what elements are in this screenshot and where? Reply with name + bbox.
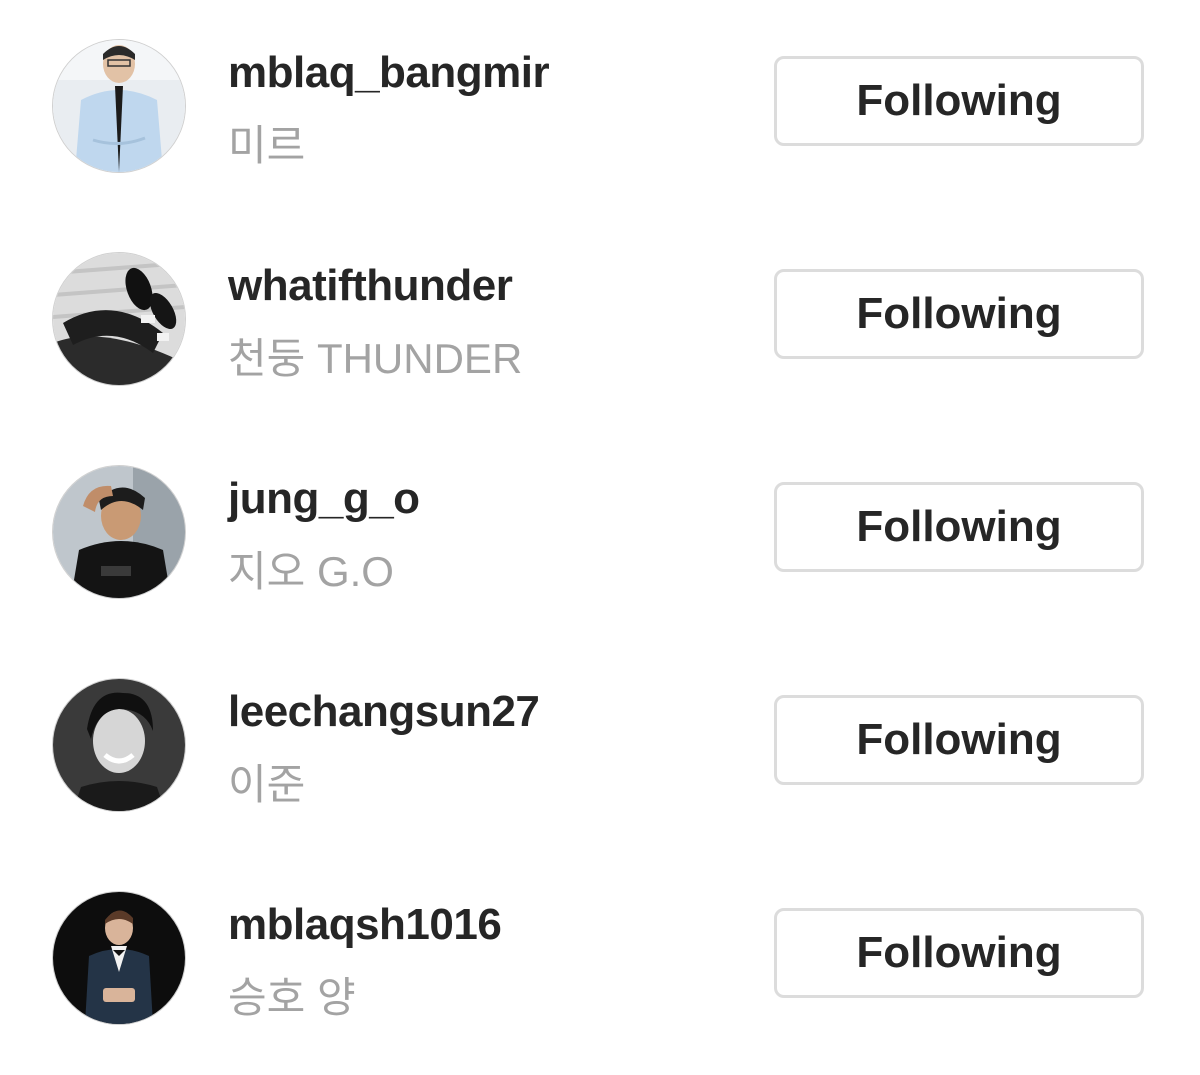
list-item[interactable]: leechangsun27 이준 Following: [0, 675, 1200, 815]
profile-photo: [53, 40, 185, 172]
avatar[interactable]: [53, 466, 185, 598]
list-item[interactable]: mblaqsh1016 승호 양 Following: [0, 888, 1200, 1028]
list-item[interactable]: whatifthunder 천둥 THUNDER Following: [0, 249, 1200, 389]
list-item[interactable]: jung_g_o 지오 G.O Following: [0, 462, 1200, 602]
username[interactable]: mblaq_bangmir: [228, 48, 550, 98]
following-list: mblaq_bangmir 미르 Following whatifthunder: [0, 0, 1200, 1075]
avatar[interactable]: [53, 679, 185, 811]
profile-photo: [53, 679, 185, 811]
profile-photo: [53, 466, 185, 598]
following-button[interactable]: Following: [774, 908, 1144, 998]
profile-photo: [53, 892, 185, 1024]
avatar[interactable]: [53, 253, 185, 385]
profile-photo: [53, 253, 185, 385]
username[interactable]: whatifthunder: [228, 261, 513, 311]
avatar[interactable]: [53, 40, 185, 172]
username[interactable]: leechangsun27: [228, 687, 540, 737]
following-button[interactable]: Following: [774, 269, 1144, 359]
full-name: 승호 양: [228, 974, 356, 1021]
following-button[interactable]: Following: [774, 482, 1144, 572]
full-name: 미르: [228, 122, 306, 169]
username[interactable]: jung_g_o: [228, 474, 420, 524]
full-name: 지오 G.O: [228, 548, 394, 595]
full-name: 이준: [228, 761, 306, 808]
username[interactable]: mblaqsh1016: [228, 900, 502, 950]
following-button[interactable]: Following: [774, 695, 1144, 785]
following-button[interactable]: Following: [774, 56, 1144, 146]
avatar[interactable]: [53, 892, 185, 1024]
list-item[interactable]: mblaq_bangmir 미르 Following: [0, 36, 1200, 176]
full-name: 천둥 THUNDER: [228, 335, 523, 382]
